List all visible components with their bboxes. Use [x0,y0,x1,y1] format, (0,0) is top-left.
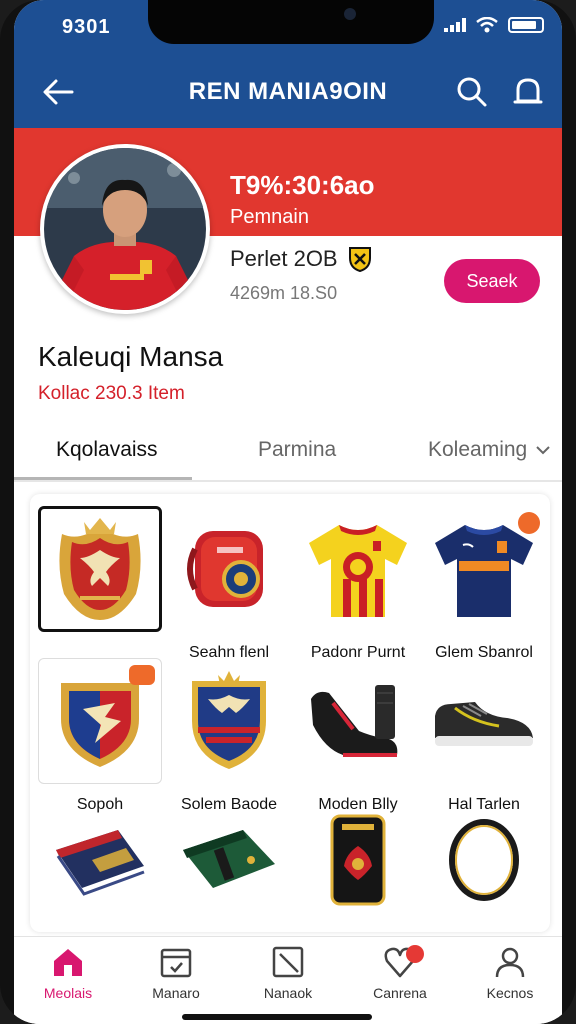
nav-label: Meolais [43,985,93,1001]
nav-item-home[interactable]: Meolais [18,945,118,1015]
collection-grid: Seahn flenl Padonr Purnt Glem Sbanrol So… [30,494,550,932]
nav-item-calendar[interactable]: Manaro [126,945,226,1015]
bell-icon[interactable] [510,74,546,110]
collection-item[interactable]: Moden Blly [296,658,420,818]
wifi-icon [476,17,498,33]
eagle-shield-icon [192,671,266,769]
player-name: Perlet 2OB [230,246,338,271]
avatar[interactable] [40,144,210,314]
new-badge [129,665,155,685]
system-icons [444,17,544,33]
ring-icon [449,819,519,901]
nav-label: Nanaok [263,985,313,1001]
collection-item[interactable]: Glem Sbanrol [422,506,546,666]
item-thumbnail [296,658,420,784]
nav-label: Manaro [152,985,200,1001]
tab-active-indicator [14,477,192,480]
tab-kqolavaiss[interactable]: Kqolavaiss [56,438,158,462]
stat-sub: Pemnain [230,206,309,228]
red-wristband-icon [187,531,263,607]
app-screen: 9301 REN MANIA9OIN T9%:30:6ao Pemnain Pe… [14,0,562,1024]
eagle-crest-badge-icon [59,518,141,620]
collection-item[interactable] [38,506,162,666]
nav-label: Kecnos [486,985,534,1001]
item-thumbnail [167,810,291,910]
nav-item-note[interactable]: Nanaok [238,945,338,1015]
player-avatar-image [44,148,206,310]
player-stats: 4269m 18.S0 [230,283,338,303]
notch [148,0,434,44]
chevron-down-icon [536,446,550,455]
collection-item[interactable]: Seahn flenl [167,506,291,666]
profile-icon [495,947,525,978]
item-thumbnail [422,810,546,910]
sneaker-icon [435,702,533,746]
tab-parmina[interactable]: Parmina [258,438,336,462]
home-icon [54,949,82,976]
collection-title: Kaleuqi Mansa [38,341,224,372]
battery-icon [508,17,544,33]
search-icon[interactable] [454,74,490,110]
status-bar: 9301 [14,0,562,56]
collection-item[interactable]: Solem Baode [167,658,291,818]
note-icon [272,946,304,978]
item-thumbnail [167,658,291,784]
stat-main: T9%:30:6ao [230,170,375,200]
item-thumbnail [38,810,162,910]
collection-subtitle: Kollac 230.3 Item [38,383,185,404]
nav-label: Canrena [373,985,427,1001]
item-thumbnail [167,506,291,632]
item-thumbnail [296,506,420,632]
bottom-nav: Meolais Manaro Nanaok Canrena Kecnos [14,936,562,1024]
nav-item-profile[interactable]: Kecnos [460,945,560,1015]
calendar-icon [160,948,192,978]
yellow-jersey-icon [309,525,407,617]
item-thumbnail [422,506,546,632]
navy-jersey-icon [435,525,533,617]
phone-frame: 9301 REN MANIA9OIN T9%:30:6ao Pemnain Pe… [0,0,576,1024]
item-thumbnail [422,658,546,784]
tab-koleaming[interactable]: Koleaming [428,438,551,462]
club-crest-icon [348,247,371,272]
notification-badge [406,945,424,963]
black-boots-icon [311,685,398,757]
tab-bar: Kqolavaiss Parmina Koleaming [14,420,562,482]
phone-case-icon [330,814,386,906]
shield-badge-icon [61,683,139,767]
nav-item-favorites[interactable]: Canrena [350,945,450,1015]
home-indicator[interactable] [182,1014,372,1020]
collection-item[interactable]: Hal Tarlen [422,658,546,818]
collection-item[interactable]: Sopoh [38,658,162,818]
tab-koleaming-label: Koleaming [428,438,528,461]
player-line: Perlet 2OB [230,246,372,272]
status-time: 9301 [62,16,111,38]
app-bar: REN MANIA9OIN [14,56,562,128]
navy-wallet-icon [56,830,145,896]
collection-item[interactable]: Padonr Purnt [296,506,420,666]
camera-icon [344,8,356,20]
signal-icon [444,18,466,32]
seek-button[interactable]: Seaek [444,259,540,303]
item-thumbnail [38,658,162,784]
item-thumbnail [296,810,420,910]
item-thumbnail [38,506,162,632]
green-wallet-icon [183,830,275,888]
